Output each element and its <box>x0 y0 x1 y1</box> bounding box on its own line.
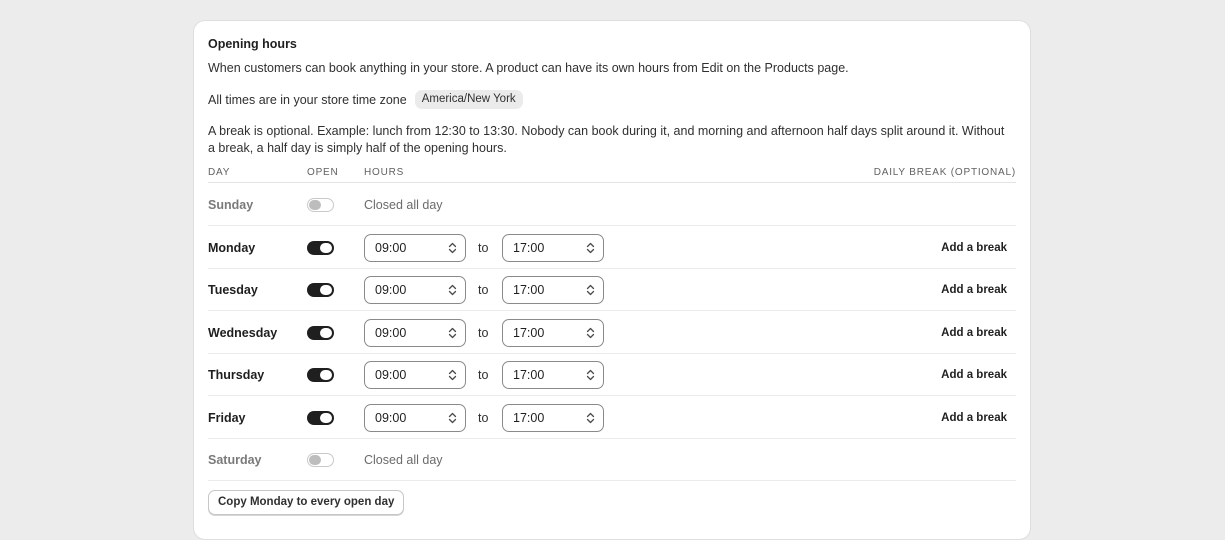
open-toggle[interactable] <box>307 368 334 382</box>
day-name: Thursday <box>208 368 265 382</box>
to-label: to <box>478 368 489 382</box>
day-name: Sunday <box>208 198 254 212</box>
day-row-monday: Monday 09:00 to 17:00 Add a break <box>208 227 1016 269</box>
opening-hours-card: Opening hours When customers can book an… <box>193 20 1031 540</box>
day-name: Friday <box>208 410 246 425</box>
open-time-value: 09:00 <box>375 368 407 382</box>
close-time-select[interactable]: 17:00 <box>502 276 604 304</box>
close-time-select[interactable]: 17:00 <box>502 233 604 262</box>
day-name: Wednesday <box>208 325 278 340</box>
to-label: to <box>478 283 489 297</box>
day-row-saturday: Saturday Closed all day <box>208 439 1016 481</box>
timezone-badge: America/New York <box>414 90 523 109</box>
day-name: Saturday <box>208 453 262 467</box>
open-toggle[interactable] <box>307 325 334 340</box>
chevron-up-down-icon <box>448 369 457 381</box>
open-toggle[interactable] <box>307 283 334 297</box>
add-break-button[interactable]: Add a break <box>941 269 1007 311</box>
add-break-button[interactable]: Add a break <box>941 397 1007 439</box>
day-row-thursday: Thursday 09:00 to 17:00 Add a break <box>208 354 1016 396</box>
add-break-button[interactable]: Add a break <box>941 312 1007 354</box>
close-time-value: 17:00 <box>513 368 545 382</box>
day-name: Monday <box>208 240 256 255</box>
column-header-day: DAY <box>208 167 231 178</box>
open-time-value: 09:00 <box>375 410 407 425</box>
to-label: to <box>478 325 489 340</box>
close-time-value: 17:00 <box>513 240 545 255</box>
card-title: Opening hours <box>208 37 297 51</box>
timezone-label: All times are in your store time zone <box>208 92 407 107</box>
timezone-row: All times are in your store time zone Am… <box>208 90 523 109</box>
chevron-up-down-icon <box>586 284 595 296</box>
to-label: to <box>478 240 489 255</box>
add-break-button[interactable]: Add a break <box>941 354 1007 396</box>
chevron-up-down-icon <box>448 284 457 296</box>
close-time-value: 17:00 <box>513 325 545 340</box>
open-time-select[interactable]: 09:00 <box>364 361 466 389</box>
header-divider <box>208 182 1016 183</box>
day-row-tuesday: Tuesday 09:00 to 17:00 Add a break <box>208 269 1016 311</box>
chevron-up-down-icon <box>448 327 457 338</box>
open-toggle[interactable] <box>307 240 334 255</box>
open-time-value: 09:00 <box>375 240 407 255</box>
chevron-up-down-icon <box>586 369 595 381</box>
close-time-select[interactable]: 17:00 <box>502 318 604 347</box>
chevron-up-down-icon <box>586 242 595 253</box>
chevron-up-down-icon <box>586 327 595 338</box>
close-time-select[interactable]: 17:00 <box>502 361 604 389</box>
copy-monday-button[interactable]: Copy Monday to every open day <box>208 490 405 515</box>
open-toggle[interactable] <box>307 198 334 212</box>
close-time-value: 17:00 <box>513 410 545 425</box>
closed-all-day-label: Closed all day <box>364 198 443 212</box>
open-time-value: 09:00 <box>375 283 407 297</box>
column-header-hours: HOURS <box>364 167 405 178</box>
column-header-daily-break: DAILY BREAK (OPTIONAL) <box>873 167 1016 178</box>
chevron-up-down-icon <box>586 412 595 423</box>
close-time-value: 17:00 <box>513 283 545 297</box>
chevron-up-down-icon <box>448 242 457 253</box>
day-row-sunday: Sunday Closed all day <box>208 184 1016 226</box>
row-divider <box>208 480 1016 481</box>
day-name: Tuesday <box>208 283 258 297</box>
closed-all-day-label: Closed all day <box>364 453 443 467</box>
add-break-button[interactable]: Add a break <box>941 227 1007 269</box>
day-row-friday: Friday 09:00 to 17:00 Add a break <box>208 397 1016 439</box>
card-description: When customers can book anything in your… <box>208 61 849 75</box>
open-time-select[interactable]: 09:00 <box>364 276 466 304</box>
open-time-select[interactable]: 09:00 <box>364 318 466 347</box>
open-time-value: 09:00 <box>375 325 407 340</box>
break-note: A break is optional. Example: lunch from… <box>208 124 1005 155</box>
open-time-select[interactable]: 09:00 <box>364 233 466 262</box>
open-toggle[interactable] <box>307 453 334 467</box>
open-toggle[interactable] <box>307 410 334 425</box>
chevron-up-down-icon <box>448 412 457 423</box>
day-row-wednesday: Wednesday 09:00 to 17:00 Add a break <box>208 312 1016 354</box>
close-time-select[interactable]: 17:00 <box>502 403 604 432</box>
to-label: to <box>478 410 489 425</box>
open-time-select[interactable]: 09:00 <box>364 403 466 432</box>
column-header-open: OPEN <box>307 167 339 178</box>
